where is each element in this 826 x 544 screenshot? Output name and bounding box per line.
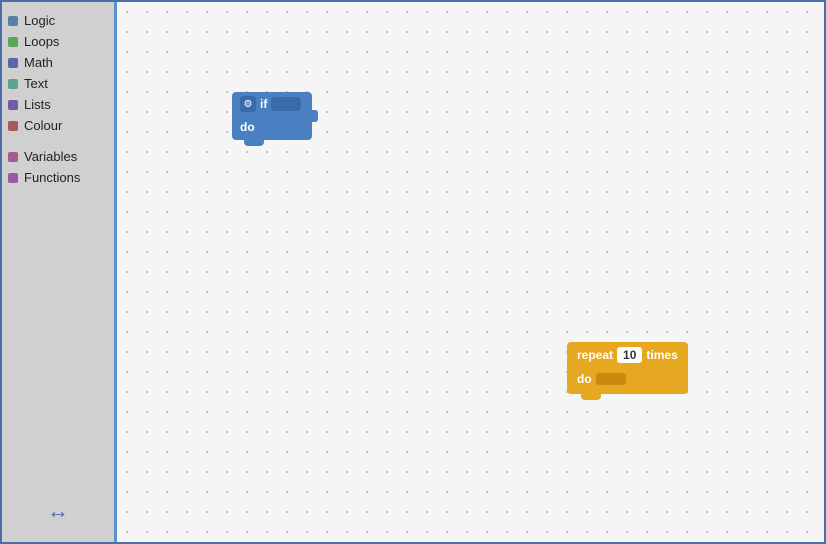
block-canvas: ⚙ if do repeat 10 times do — [117, 2, 824, 542]
sidebar-resize-handle[interactable]: ↔ — [47, 498, 69, 524]
colour-color-dot — [8, 121, 18, 131]
if-label: if — [260, 97, 267, 111]
math-color-dot — [8, 58, 18, 68]
do-label: do — [240, 120, 255, 134]
sidebar-item-label-logic: Logic — [24, 13, 55, 28]
sidebar-item-label-math: Math — [24, 55, 53, 70]
logic-color-dot — [8, 16, 18, 26]
repeat-block[interactable]: repeat 10 times do — [567, 342, 688, 394]
repeat-number: 10 — [623, 348, 636, 362]
loops-color-dot — [8, 37, 18, 47]
variables-color-dot — [8, 152, 18, 162]
times-label: times — [646, 348, 677, 362]
sidebar-item-functions[interactable]: Functions — [2, 167, 114, 188]
repeat-bottom-notch — [581, 394, 601, 400]
repeat-label: repeat — [577, 348, 613, 362]
sidebar-item-label-text: Text — [24, 76, 48, 91]
gear-icon[interactable]: ⚙ — [240, 96, 256, 112]
sidebar-item-label-variables: Variables — [24, 149, 77, 164]
text-color-dot — [8, 79, 18, 89]
sidebar-item-logic[interactable]: Logic — [2, 10, 114, 31]
sidebar: Logic Loops Math Text Lists Colour Variables Fu… — [2, 2, 117, 542]
repeat-number-slot[interactable]: 10 — [617, 347, 642, 363]
sidebar-item-label-functions: Functions — [24, 170, 80, 185]
repeat-do-slot[interactable] — [596, 373, 626, 385]
sidebar-item-label-lists: Lists — [24, 97, 51, 112]
sidebar-item-lists[interactable]: Lists — [2, 94, 114, 115]
lists-color-dot — [8, 100, 18, 110]
if-bottom-notch — [244, 140, 264, 146]
repeat-do-label: do — [577, 372, 592, 386]
sidebar-item-loops[interactable]: Loops — [2, 31, 114, 52]
functions-color-dot — [8, 173, 18, 183]
sidebar-item-math[interactable]: Math — [2, 52, 114, 73]
if-block[interactable]: ⚙ if do — [232, 92, 312, 140]
sidebar-item-text[interactable]: Text — [2, 73, 114, 94]
sidebar-item-label-loops: Loops — [24, 34, 59, 49]
sidebar-item-variables[interactable]: Variables — [2, 146, 114, 167]
sidebar-item-colour[interactable]: Colour — [2, 115, 114, 136]
if-condition-slot[interactable] — [271, 97, 301, 111]
sidebar-item-label-colour: Colour — [24, 118, 62, 133]
right-notch — [312, 110, 318, 122]
